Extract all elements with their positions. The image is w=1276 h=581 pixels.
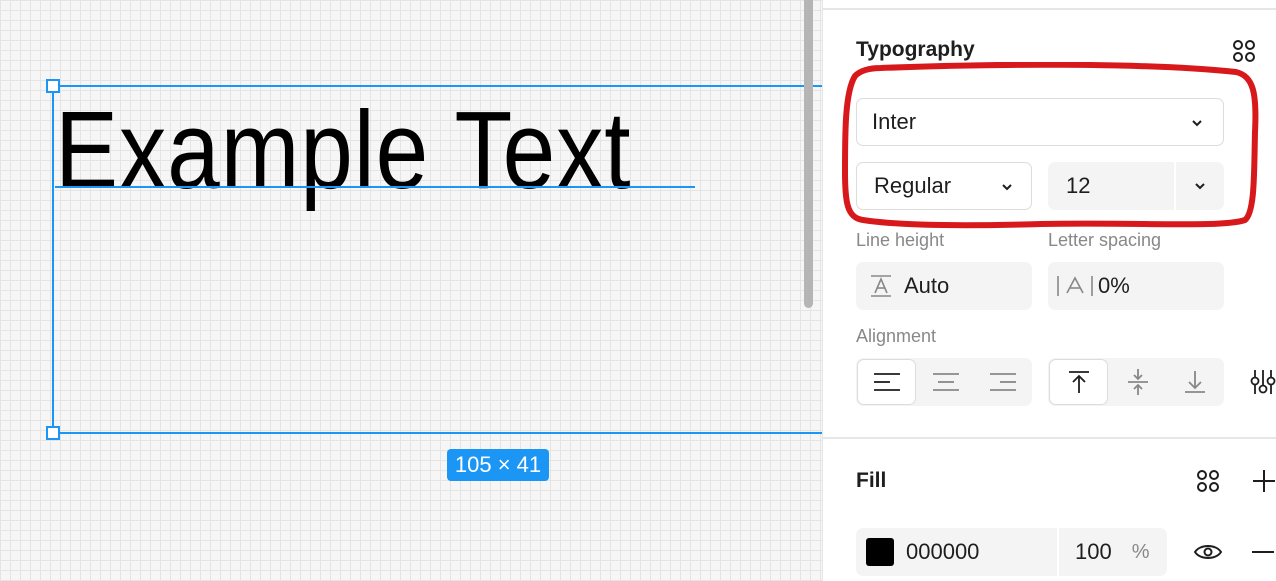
font-size-input[interactable]: 12 — [1048, 162, 1174, 210]
fill-section-title: Fill — [856, 469, 887, 492]
styles-grid-icon[interactable] — [1229, 36, 1259, 66]
chevron-down-icon — [1002, 184, 1012, 191]
font-size-dropdown-button[interactable] — [1176, 162, 1224, 210]
font-size-value: 12 — [1066, 173, 1091, 198]
align-left-icon — [873, 373, 900, 391]
align-right-button[interactable] — [975, 358, 1032, 406]
fill-opacity-unit: % — [1131, 540, 1150, 563]
selected-text-layer[interactable]: Example Text — [55, 96, 631, 206]
font-family-dropdown[interactable]: Inter — [856, 98, 1224, 146]
align-center-icon — [932, 373, 959, 391]
selection-top-edge — [54, 85, 822, 87]
font-style-dropdown[interactable]: Regular — [856, 162, 1032, 210]
horizontal-alignment-group — [856, 358, 1032, 406]
align-left-button[interactable] — [857, 359, 917, 405]
align-center-button[interactable] — [917, 358, 974, 406]
font-style-value: Regular — [874, 173, 952, 198]
canvas-vertical-scrollbar[interactable] — [804, 0, 813, 308]
align-top-button[interactable] — [1049, 359, 1109, 405]
letter-spacing-label: Letter spacing — [1048, 230, 1162, 250]
chevron-down-icon — [1195, 183, 1205, 190]
selection-bottom-edge — [54, 432, 822, 434]
line-height-input[interactable]: Auto — [856, 262, 1032, 310]
plus-icon[interactable] — [1249, 466, 1276, 496]
alignment-label: Alignment — [856, 326, 937, 346]
fill-color-swatch[interactable] — [866, 538, 894, 566]
align-middle-button[interactable] — [1109, 358, 1166, 406]
typography-section-title: Typography — [856, 38, 975, 61]
align-middle-icon — [1127, 369, 1148, 395]
font-family-value: Inter — [872, 109, 917, 134]
design-canvas[interactable]: Example Text 105 × 41 — [0, 0, 822, 581]
selection-left-edge — [52, 86, 54, 434]
section-divider — [823, 437, 1276, 439]
line-height-label: Line height — [856, 230, 945, 250]
align-bottom-icon — [1185, 371, 1206, 393]
align-bottom-button[interactable] — [1167, 358, 1224, 406]
properties-panel: Typography Inter Regular 12 Line height … — [822, 0, 1276, 581]
panel-divider-top — [823, 8, 1276, 10]
minus-icon[interactable] — [1249, 538, 1276, 566]
dimensions-badge: 105 × 41 — [447, 449, 549, 481]
vertical-alignment-group — [1048, 358, 1224, 406]
sliders-icon[interactable] — [1249, 366, 1276, 398]
letter-spacing-value: 0% — [1098, 273, 1130, 298]
text-baseline — [55, 186, 695, 188]
letter-spacing-input[interactable]: 0% — [1048, 262, 1224, 310]
fill-opacity-value: 100 — [1075, 539, 1112, 564]
align-right-icon — [990, 373, 1017, 391]
line-height-icon — [871, 275, 891, 297]
eye-icon[interactable] — [1193, 538, 1223, 566]
letter-spacing-icon — [1057, 276, 1093, 296]
resize-handle-bottom-left[interactable] — [46, 426, 60, 440]
align-top-icon — [1068, 371, 1089, 393]
fill-hex-value: 000000 — [906, 539, 980, 564]
fill-opacity-input[interactable]: 100 % — [1059, 528, 1167, 576]
fill-color-input[interactable]: 000000 — [856, 528, 1057, 576]
chevron-down-icon — [1192, 120, 1202, 127]
line-height-value: Auto — [904, 273, 950, 298]
styles-grid-icon[interactable] — [1193, 466, 1223, 496]
